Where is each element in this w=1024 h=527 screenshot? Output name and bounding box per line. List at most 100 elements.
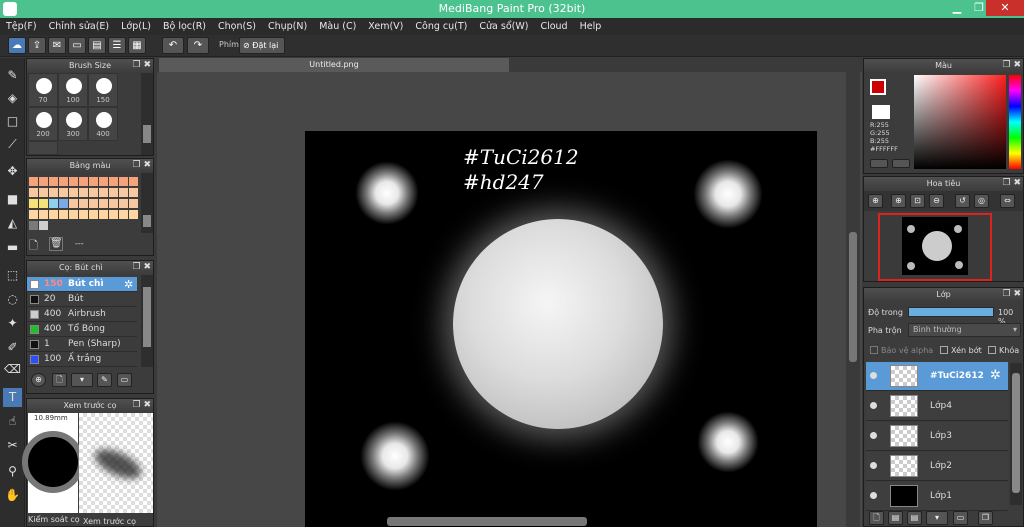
brush-row-airbrush[interactable]: 400 Airbrush	[27, 307, 137, 322]
palette-swatch[interactable]	[129, 210, 138, 219]
primary-color-swatch[interactable]	[870, 79, 886, 95]
folder-icon[interactable]: ▭	[953, 511, 968, 525]
shape-tool-icon[interactable]: □	[3, 112, 22, 131]
gear-icon[interactable]: ✲	[124, 277, 133, 292]
palette-swatch[interactable]	[99, 177, 108, 186]
palette-swatch[interactable]	[109, 188, 118, 197]
eye-icon[interactable]	[870, 402, 877, 409]
palette-swatch[interactable]	[109, 177, 118, 186]
palette-swatch[interactable]	[69, 188, 78, 197]
palette-swatch[interactable]	[119, 177, 128, 186]
panel-close-icon[interactable]: ❐ ✖	[1003, 59, 1021, 72]
menu-help[interactable]: Help	[580, 21, 602, 32]
palette-swatches[interactable]	[29, 177, 139, 233]
lock-checkbox[interactable]	[988, 346, 996, 354]
select-pen-icon[interactable]: ✐	[3, 338, 22, 357]
duplicate-icon[interactable]: ❐	[978, 511, 993, 525]
add-brush-icon[interactable]: ⊕	[31, 373, 46, 387]
palette-swatch[interactable]	[129, 188, 138, 197]
palette-swatch[interactable]	[39, 221, 48, 230]
zoom-out-icon[interactable]: ⊖	[929, 194, 944, 208]
palette-swatch[interactable]	[89, 210, 98, 219]
palette-swatch[interactable]	[29, 199, 38, 208]
menu-tools[interactable]: Công cụ(T)	[415, 21, 467, 32]
tab-brush-control[interactable]: Kiểm soát cọ	[28, 515, 80, 524]
panel-close-icon[interactable]: ❐ ✖	[133, 159, 151, 172]
menu-cloud[interactable]: Cloud	[540, 21, 567, 32]
horizontal-scrollbar[interactable]	[387, 517, 587, 526]
move-tool-icon[interactable]: ✥	[3, 162, 22, 181]
palette-swatch[interactable]	[59, 188, 68, 197]
palette-swatch[interactable]	[69, 177, 78, 186]
reset-rotation-icon[interactable]: ◎	[974, 194, 989, 208]
brush-tool-icon[interactable]: ✎	[3, 66, 22, 85]
folder-icon[interactable]: ▭	[117, 373, 132, 387]
scrollbar[interactable]	[1010, 363, 1022, 505]
palette-swatch[interactable]	[39, 188, 48, 197]
cloud-icon[interactable]: ☁	[8, 37, 26, 54]
hue-slider[interactable]	[1009, 75, 1021, 169]
color-swap-button[interactable]	[892, 159, 910, 168]
brush-options-icon[interactable]: ▾	[71, 373, 93, 387]
brush-settings-icon[interactable]: ✎	[97, 373, 112, 387]
color-mode-button[interactable]	[870, 159, 888, 168]
palette-swatch[interactable]	[109, 199, 118, 208]
menu-filter[interactable]: Bộ lọc(R)	[163, 21, 206, 32]
lasso-icon[interactable]: ◌	[3, 290, 22, 309]
menu-layer[interactable]: Lớp(L)	[121, 21, 151, 32]
undo-icon[interactable]: ↶	[162, 37, 184, 54]
brush-size-150[interactable]: 150	[88, 73, 118, 107]
brush-row-pencil[interactable]: 150 Bút chì ✲	[27, 277, 137, 292]
new-layer-8bit-icon[interactable]: ▤	[888, 511, 903, 525]
eye-icon[interactable]	[870, 462, 877, 469]
palette-swatch[interactable]	[89, 177, 98, 186]
brush-row-shading[interactable]: 400 Tổ Bóng	[27, 322, 137, 337]
palette-swatch[interactable]	[79, 177, 88, 186]
palette-swatch[interactable]	[39, 199, 48, 208]
palette-swatch[interactable]	[99, 199, 108, 208]
scrollbar[interactable]	[141, 275, 153, 367]
menu-window[interactable]: Cửa sổ(W)	[479, 21, 528, 32]
blend-mode-select[interactable]: Bình thường ▾	[908, 323, 1021, 337]
palette-swatch[interactable]	[89, 199, 98, 208]
eraser-tool-icon[interactable]: ◈	[3, 89, 22, 108]
panel-close-icon[interactable]: ❐ ✖	[1003, 288, 1021, 301]
upload-icon[interactable]: ⇪	[28, 37, 46, 54]
palette-swatch[interactable]	[29, 210, 38, 219]
navigator-viewport[interactable]	[878, 213, 992, 281]
palette-swatch[interactable]	[29, 188, 38, 197]
palette-swatch[interactable]	[89, 188, 98, 197]
palette-swatch[interactable]	[59, 210, 68, 219]
brush-size-70[interactable]: 70	[28, 73, 58, 107]
new-layer-icon[interactable]: 🗋	[869, 511, 884, 525]
new-layer-1bit-icon[interactable]: ▤	[907, 511, 922, 525]
eye-icon[interactable]	[870, 432, 877, 439]
tab-brush-preview[interactable]: Xem trước cọ	[83, 517, 136, 526]
grid-icon[interactable]: ▦	[128, 37, 146, 54]
line-tool-icon[interactable]: ⟋	[3, 135, 22, 154]
palette-swatch[interactable]	[119, 199, 128, 208]
palette-swatch[interactable]	[59, 199, 68, 208]
eye-icon[interactable]	[870, 372, 877, 379]
layer-row[interactable]: Lớp4	[866, 392, 1008, 421]
zoom-in-icon[interactable]: ⊕	[891, 194, 906, 208]
gradient-tool-icon[interactable]: ▬	[3, 238, 22, 257]
palette-swatch[interactable]	[49, 199, 58, 208]
layer-row[interactable]: Lớp2	[866, 452, 1008, 481]
menu-view[interactable]: Xem(V)	[368, 21, 403, 32]
new-brush-icon[interactable]: 🗋	[52, 373, 67, 387]
close-button[interactable]: ✕	[986, 0, 1024, 16]
operation-tool-icon[interactable]: ☝	[3, 412, 22, 431]
secondary-color-swatch[interactable]	[872, 105, 890, 119]
palette-swatch[interactable]	[119, 210, 128, 219]
palette-swatch[interactable]	[59, 177, 68, 186]
palette-swatch[interactable]	[39, 210, 48, 219]
brush-size-more[interactable]	[28, 141, 58, 155]
palette-swatch[interactable]	[49, 188, 58, 197]
brush-size-200[interactable]: 200	[28, 107, 58, 141]
menu-edit[interactable]: Chỉnh sửa(E)	[49, 21, 110, 32]
brush-row-pen[interactable]: 20 Bút	[27, 292, 137, 307]
palette-swatch[interactable]	[49, 210, 58, 219]
menu-file[interactable]: Tệp(F)	[6, 21, 37, 32]
color-picker-square[interactable]	[914, 75, 1006, 169]
